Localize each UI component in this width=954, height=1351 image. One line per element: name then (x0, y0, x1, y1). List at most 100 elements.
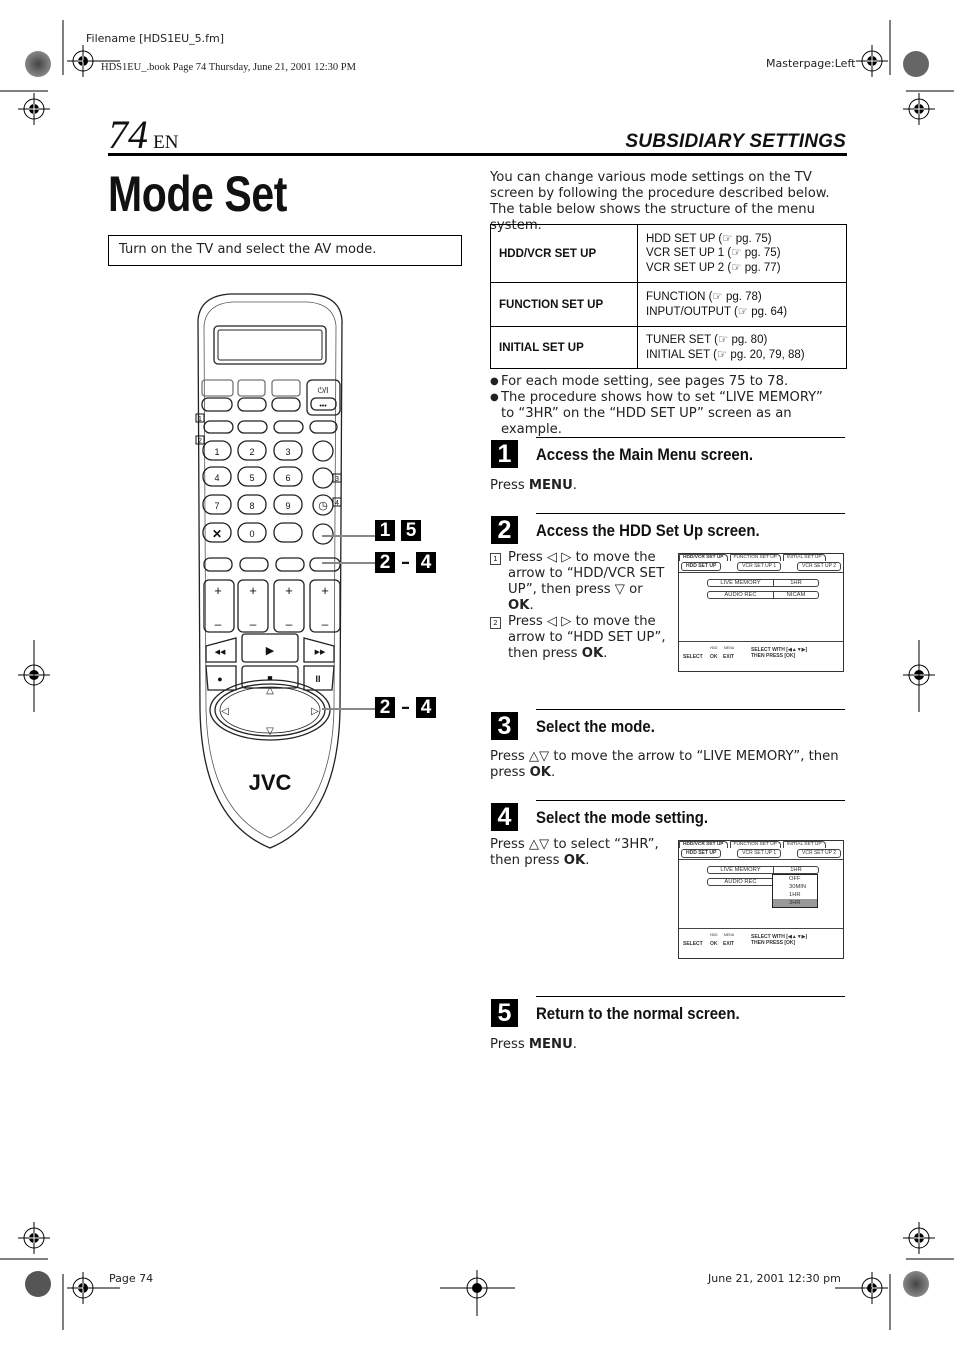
jvc-logo: JVC (249, 770, 292, 795)
svg-text:+: + (321, 583, 329, 598)
key-5: 5 (249, 473, 254, 483)
step-number: 4 (491, 803, 518, 831)
osd-option: 1HR (789, 892, 801, 898)
step-title: Access the HDD Set Up screen. (536, 521, 760, 540)
osd-option: OFF (789, 876, 801, 882)
key-2: 2 (249, 447, 254, 457)
step-number: 3 (491, 712, 518, 740)
osd-tab: FUNCTION SET UP (729, 841, 781, 848)
svg-text:+: + (285, 583, 293, 598)
osd-footer: SELECT HDD OK MENU EXIT SELECT WITH [◀▲▼… (683, 646, 808, 660)
step-title: Select the mode. (536, 717, 655, 736)
color-bar-disc (25, 1271, 51, 1297)
svg-text:3: 3 (335, 476, 339, 483)
fastforward-icon: ▶▶ (315, 649, 326, 656)
step-text: Press MENU. (490, 1037, 577, 1052)
osd-screen-live-memory-options: HDD/VCR SET UP FUNCTION SET UP INITIAL S… (678, 840, 844, 959)
osd-tab: HDD/VCR SET UP (679, 841, 728, 848)
step-number: 1 (491, 440, 518, 468)
svg-text:4: 4 (335, 500, 339, 507)
key-1: 1 (214, 447, 219, 457)
sub-step: 1 Press ◁ ▷ to move the arrow to “HDD/VCR… (490, 550, 670, 614)
color-bar-disc (903, 1271, 929, 1297)
up-arrow-icon: △ (266, 685, 274, 696)
svg-text:–: – (322, 617, 329, 631)
osd-subtab: HDD SET UP (681, 562, 722, 571)
callout-steps-2-4-nav: 2 – 4 (375, 697, 436, 718)
notes-list: ● For each mode setting, see pages 75 to … (490, 374, 840, 438)
table-category: INITIAL SET UP (490, 326, 638, 369)
table-item: INITIAL SET (☞ pg. 20, 79, 88) (646, 348, 805, 361)
clock-icon: ◷ (318, 500, 328, 512)
osd-tab: INITIAL SET UP (782, 554, 826, 561)
callout-line (322, 535, 375, 537)
dots-icon: ••• (319, 403, 327, 410)
key-0: 0 (249, 529, 254, 539)
table-item: VCR SET UP 2 (☞ pg. 77) (646, 261, 781, 274)
table-item: FUNCTION (☞ pg. 78) (646, 291, 762, 303)
svg-text:–: – (250, 617, 257, 631)
svg-text:–: – (286, 617, 293, 631)
osd-screen-hdd-setup: HDD/VCR SET UP FUNCTION SET UP INITIAL S… (678, 553, 844, 672)
step-title: Return to the normal screen. (536, 1004, 740, 1023)
table-item: INPUT/OUTPUT (☞ pg. 64) (646, 305, 788, 318)
osd-row: LIVE MEMORY 1HR (707, 579, 819, 587)
power-icon: ⏻/I (318, 386, 329, 395)
key-3: 3 (285, 447, 290, 457)
step-rule (536, 437, 845, 438)
table-row: FUNCTION SET UP FUNCTION (☞ pg. 78) INPU… (490, 282, 847, 327)
osd-option: 30MIN (789, 884, 807, 890)
callout-steps-2-4: 2 – 4 (375, 552, 436, 573)
sub-step: 2 Press ◁ ▷ to move the arrow to “HDD SET… (490, 614, 670, 662)
callout-line (322, 562, 375, 564)
key-4: 4 (214, 473, 219, 483)
osd-subtab: VCR SET UP 2 (797, 849, 841, 858)
table-category: FUNCTION SET UP (490, 282, 638, 327)
note-item: ● For each mode setting, see pages 75 to … (490, 374, 789, 389)
page-number: 74 (108, 112, 148, 157)
rewind-icon: ◀◀ (215, 649, 226, 656)
slug-filename: Filename [HDS1EU_5.fm] (86, 32, 224, 45)
step-text: Press MENU. (490, 478, 577, 493)
stop-icon: ■ (267, 673, 272, 683)
slug-book-line: HDS1EU_.book Page 74 Thursday, June 21, … (101, 62, 356, 73)
svg-text:1: 1 (198, 416, 202, 423)
osd-tab: INITIAL SET UP (782, 841, 826, 848)
step-number: 5 (491, 999, 518, 1027)
page-language: EN (153, 132, 179, 153)
menu-structure-table: HDD/VCR SET UP HDD SET UP (☞ pg. 75) VCR… (490, 224, 847, 369)
table-category: HDD/VCR SET UP (490, 224, 638, 283)
table-item: HDD SET UP (☞ pg. 75) (646, 232, 772, 245)
step-text: 1 Press ◁ ▷ to move the arrow to “HDD/VCR… (490, 550, 670, 662)
prerequisite-box: Turn on the TV and select the AV mode. (108, 235, 462, 266)
osd-option-selected: 3HR (773, 899, 817, 907)
osd-footer: SELECT HDD OK MENU EXIT SELECT WITH [◀▲▼… (683, 933, 808, 947)
play-icon: ▶ (266, 645, 275, 657)
step-rule (536, 996, 845, 997)
color-bar-disc (25, 51, 51, 77)
plus-icon: + (214, 583, 222, 598)
step-text: Press △▽ to move the arrow to “LIVE MEMO… (490, 749, 839, 780)
step-number: 2 (491, 516, 518, 544)
osd-row: AUDIO REC NICAM (707, 591, 819, 599)
table-row: HDD/VCR SET UP HDD SET UP (☞ pg. 75) VCR… (490, 224, 847, 283)
key-7: 7 (214, 501, 219, 511)
pause-icon: II (315, 674, 320, 684)
down-arrow-icon: ▽ (266, 726, 274, 737)
note-item: ● The procedure shows how to set “LIVE ME… (490, 390, 823, 437)
footer-date: June 21, 2001 12:30 pm (708, 1272, 841, 1285)
right-arrow-icon: ▷ (311, 706, 319, 717)
section-title: SUBSIDIARY SETTINGS (625, 131, 846, 152)
step-title: Select the mode setting. (536, 808, 709, 827)
header-rule (108, 153, 847, 156)
record-icon: ● (217, 674, 222, 684)
svg-text:+: + (249, 583, 257, 598)
step-text: Press △▽ to select “3HR”, then press OK. (490, 837, 659, 868)
osd-subtab: HDD SET UP (681, 849, 722, 858)
cancel-x-icon: ✕ (212, 527, 222, 541)
step-title: Access the Main Menu screen. (536, 445, 754, 464)
table-item: TUNER SET (☞ pg. 80) (646, 334, 768, 346)
osd-tab: FUNCTION SET UP (729, 554, 781, 561)
callout-line (322, 708, 375, 710)
osd-tab: HDD/VCR SET UP (679, 554, 728, 561)
